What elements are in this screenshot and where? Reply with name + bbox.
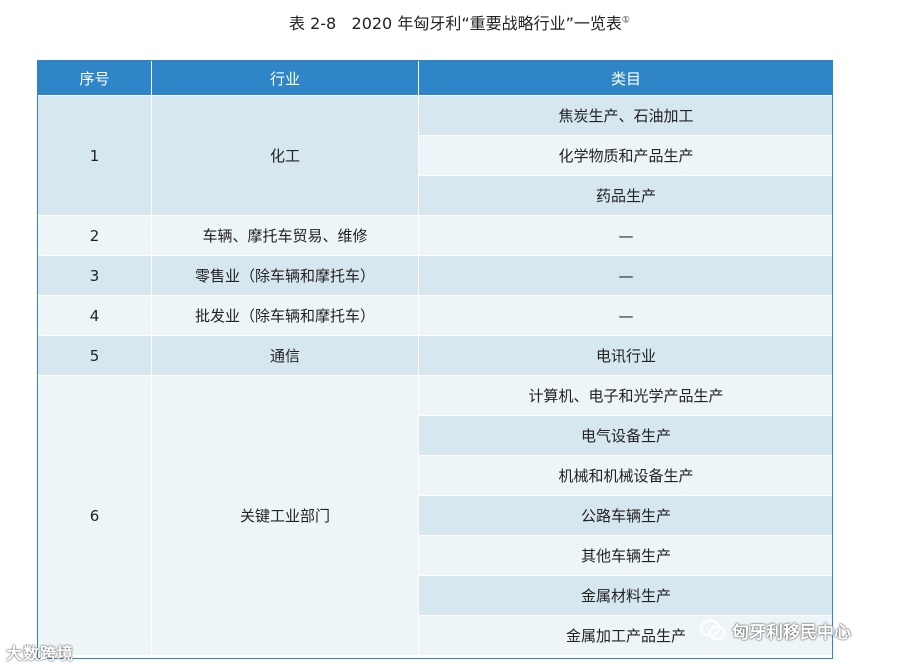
row-category: 电讯行业 — [418, 335, 834, 376]
watermark-right: 匈牙利移民中心 — [700, 616, 851, 644]
row-category: — — [418, 295, 834, 336]
row-category: 机械和机械设备生产 — [418, 455, 834, 496]
row-category: 电气设备生产 — [418, 415, 834, 456]
row-industry: 车辆、摩托车贸易、维修 — [151, 215, 419, 256]
caption-title: 2020 年匈牙利“重要战略行业”一览表 — [351, 14, 622, 33]
row-number: 3 — [37, 255, 152, 296]
caption-label: 表 2-8 — [289, 14, 337, 33]
row-category: 药品生产 — [418, 175, 834, 216]
table-row: 2 车辆、摩托车贸易、维修 — — [37, 215, 834, 256]
row-number: 5 — [37, 335, 152, 376]
row-category: 化学物质和产品生产 — [418, 135, 834, 176]
row-number: 1 — [37, 95, 152, 216]
row-industry: 批发业（除车辆和摩托车） — [151, 295, 419, 336]
caption-footnote-marker: ① — [621, 15, 630, 26]
table-row: 4 批发业（除车辆和摩托车） — — [37, 295, 834, 336]
table-row: 1 化工 焦炭生产、石油加工 — [37, 95, 834, 216]
row-industry: 零售业（除车辆和摩托车） — [151, 255, 419, 296]
table-row: 3 零售业（除车辆和摩托车） — — [37, 255, 834, 296]
table-caption: 表 2-8 2020 年匈牙利“重要战略行业”一览表① — [0, 12, 919, 36]
row-number: 4 — [37, 295, 152, 336]
row-category: 其他车辆生产 — [418, 535, 834, 576]
row-category: — — [418, 215, 834, 256]
watermark-left: 大数跨境 — [6, 640, 74, 664]
row-number: 2 — [37, 215, 152, 256]
table-row: 6 关键工业部门 计算机、电子和光学产品生产 — [37, 375, 834, 656]
watermark-left-text: 大数跨境 — [6, 644, 75, 663]
row-category: 金属材料生产 — [418, 575, 834, 616]
row-category: 公路车辆生产 — [418, 495, 834, 536]
header-industry: 行业 — [151, 60, 419, 96]
row-category: 焦炭生产、石油加工 — [418, 95, 834, 136]
header-number: 序号 — [37, 60, 152, 96]
row-number: 6 — [37, 375, 152, 656]
document-page: 表 2-8 2020 年匈牙利“重要战略行业”一览表① 序号 行业 类目 1 化… — [0, 0, 919, 669]
table-row: 5 通信 电讯行业 — [37, 335, 834, 376]
row-category: 计算机、电子和光学产品生产 — [418, 375, 834, 416]
header-category: 类目 — [418, 60, 834, 96]
row-industry: 关键工业部门 — [151, 375, 419, 656]
row-industry: 通信 — [151, 335, 419, 376]
row-industry: 化工 — [151, 95, 419, 216]
row-category: — — [418, 255, 834, 296]
wechat-icon — [700, 619, 726, 640]
strategic-industries-table: 序号 行业 类目 1 化工 焦炭生产、石油加工 化学物质和产品生产 药品生产 2… — [37, 60, 834, 656]
watermark-right-text: 匈牙利移民中心 — [732, 622, 851, 643]
table-header-row: 序号 行业 类目 — [37, 60, 834, 96]
